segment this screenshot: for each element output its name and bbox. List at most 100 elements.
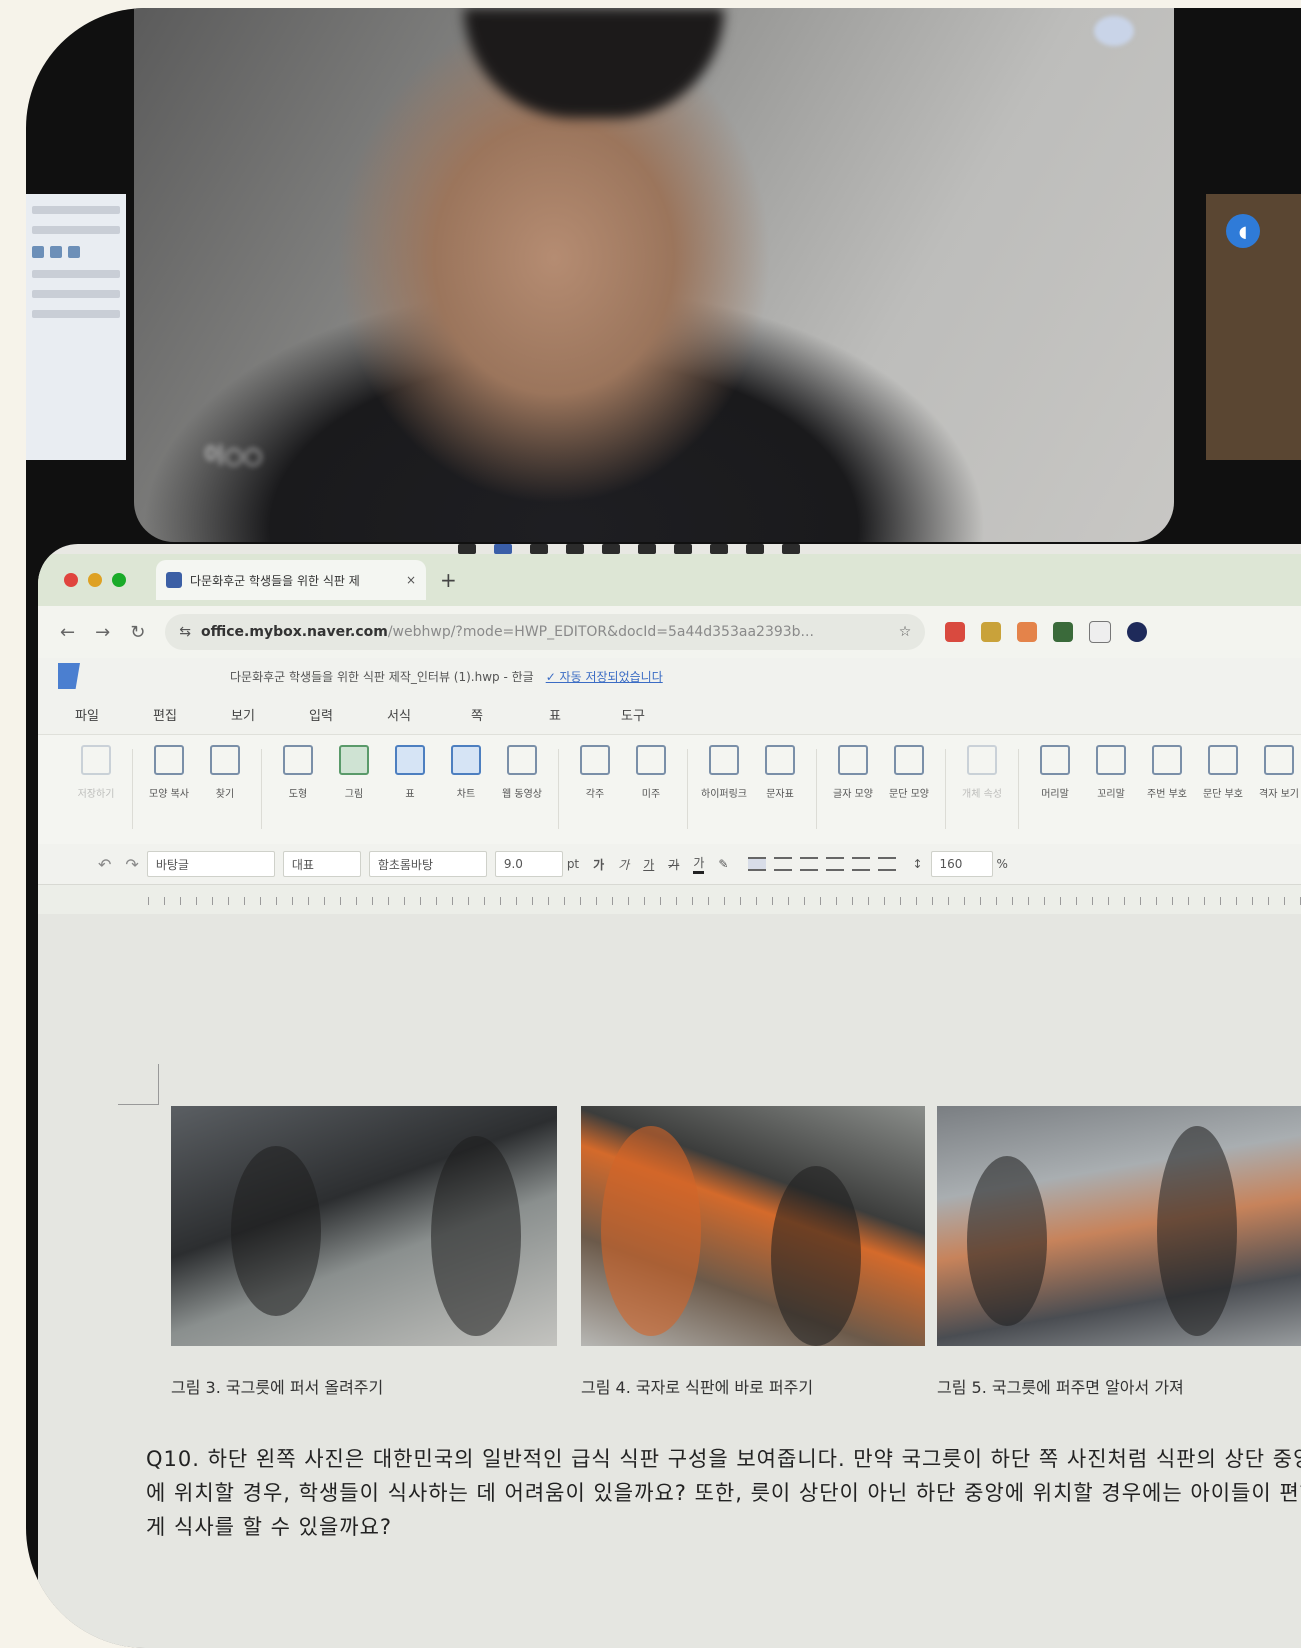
line-spacing-icon[interactable]: ↕ <box>912 857 922 871</box>
status-indicator <box>1094 16 1134 46</box>
ribbon-button[interactable]: 문자표 <box>752 735 808 800</box>
font-size-unit: pt <box>566 857 580 871</box>
window-controls <box>64 573 126 587</box>
profile-avatar[interactable] <box>1127 622 1148 642</box>
tab-close-icon[interactable]: × <box>406 573 416 587</box>
url-field[interactable]: ⇆ office.mybox.naver.com /webhwp/?mode=H… <box>165 614 926 650</box>
font-color-icon[interactable]: 가 <box>693 854 705 874</box>
undo-icon[interactable]: ↶ <box>98 855 111 874</box>
bold-icon[interactable]: 가 <box>593 856 604 873</box>
ribbon-button[interactable]: 꼬리말 <box>1083 735 1139 800</box>
document-page[interactable]: 그림 3. 국그릇에 퍼서 올려주기 그림 4. 국자로 식판에 바로 퍼주기 … <box>38 914 1301 1648</box>
table-icon <box>395 745 425 775</box>
line-spacing-input[interactable]: 160 <box>930 851 993 877</box>
ribbon-button[interactable]: 표 <box>382 735 438 800</box>
menu-item[interactable]: 표 <box>516 705 594 724</box>
ribbon-button[interactable]: 글자 모양 <box>825 735 881 800</box>
browser-tab[interactable]: 다문화후군 학생들을 위한 식판 제 × <box>156 560 426 600</box>
underline-icon[interactable]: 가 <box>643 856 654 873</box>
ribbon-button[interactable]: 머리말 <box>1027 735 1083 800</box>
back-icon[interactable]: ← <box>60 622 75 643</box>
menu-item[interactable]: 도구 <box>594 705 672 724</box>
strikethrough-icon[interactable]: 가 <box>668 856 679 873</box>
ribbon-button[interactable]: 주번 부호 <box>1139 735 1195 800</box>
language-select[interactable]: 대표 <box>282 851 361 877</box>
ribbon-button[interactable]: 도형 <box>270 735 326 800</box>
style-select[interactable]: 바탕글 <box>146 851 275 877</box>
ribbon-separator <box>945 749 946 829</box>
web-video-icon <box>507 745 537 775</box>
align-distribute-icon[interactable] <box>852 857 871 871</box>
ribbon-button-label: 웹 동영상 <box>502 789 542 800</box>
align-justify-icon[interactable] <box>748 857 767 871</box>
ribbon-separator <box>687 749 688 829</box>
align-center-icon[interactable] <box>800 857 819 871</box>
autosave-status: ✓ 자동 저장되었습니다 <box>545 669 663 684</box>
shape-icon <box>283 745 313 775</box>
menu-item[interactable]: 쪽 <box>438 705 516 724</box>
ribbon-button[interactable]: 웹 동영상 <box>494 735 550 800</box>
ribbon-button[interactable]: 모양 복사 <box>141 735 197 800</box>
format-toolbar: ↶ ↷ 바탕글 대표 함초롬바탕 9.0 pt 가 가 가 가 가 ✎ ↕ 16… <box>38 844 1301 884</box>
reload-icon[interactable]: ↻ <box>130 622 145 643</box>
ribbon-button[interactable]: 저장하기 <box>68 735 124 800</box>
hyperlink-icon <box>709 745 739 775</box>
bookmark-star-icon[interactable]: ☆ <box>899 624 912 640</box>
menu-item[interactable]: 입력 <box>282 705 360 724</box>
tab-strip: 다문화후군 학생들을 위한 식판 제 × + <box>38 554 1301 606</box>
redo-icon[interactable]: ↷ <box>125 855 138 874</box>
extension-icon[interactable] <box>945 622 966 642</box>
ribbon-button[interactable]: 문단 부호 <box>1195 735 1251 800</box>
ribbon-button-label: 표 <box>405 789 415 800</box>
extension-icon[interactable] <box>1053 622 1074 642</box>
ribbon-button-label: 찾기 <box>215 789 235 800</box>
participant-thumbnail-right[interactable]: ◖ <box>1206 194 1301 460</box>
menu-item[interactable]: 서식 <box>360 705 438 724</box>
site-settings-icon[interactable]: ⇆ <box>179 624 191 640</box>
line-spacing-unit: % <box>996 857 1008 871</box>
ribbon-button[interactable]: 찾기 <box>197 735 253 800</box>
new-tab-button[interactable]: + <box>440 568 457 592</box>
ribbon-button[interactable]: 격자 보기 <box>1251 735 1301 800</box>
close-window-button[interactable] <box>64 573 78 587</box>
ribbon-separator <box>261 749 262 829</box>
menu-bar: 파일 편집 보기 입력 서식 쪽 표 도구 <box>38 694 1301 734</box>
ribbon-button-label: 문단 모양 <box>889 789 929 800</box>
menu-item[interactable]: 편집 <box>126 705 204 724</box>
menu-item[interactable]: 보기 <box>204 705 282 724</box>
maximize-window-button[interactable] <box>112 573 126 587</box>
ribbon-button-label: 글자 모양 <box>833 789 873 800</box>
ribbon-button[interactable]: 문단 모양 <box>881 735 937 800</box>
numbering-icon <box>1152 745 1182 775</box>
mic-icon: ◖ <box>1226 214 1260 248</box>
minimize-window-button[interactable] <box>88 573 102 587</box>
participant-thumbnail-left[interactable] <box>26 194 126 460</box>
participant-video[interactable]: 이○○ <box>134 8 1174 542</box>
highlight-icon[interactable]: ✎ <box>718 857 728 871</box>
ribbon-button[interactable]: 차트 <box>438 735 494 800</box>
italic-icon[interactable]: 가 <box>618 856 629 873</box>
ribbon-button[interactable]: 각주 <box>567 735 623 800</box>
ribbon-button-label: 개체 속성 <box>962 789 1002 800</box>
font-select[interactable]: 함초롬바탕 <box>368 851 487 877</box>
horizontal-ruler[interactable] <box>38 884 1301 916</box>
ribbon-button[interactable]: 그림 <box>326 735 382 800</box>
font-size-input[interactable]: 9.0 <box>494 851 563 877</box>
menu-item[interactable]: 파일 <box>48 705 126 724</box>
ribbon-button[interactable]: 미주 <box>623 735 679 800</box>
document-filename: 다문화후군 학생들을 위한 식판 제작_인터뷰 (1).hwp - 한글 <box>230 669 534 684</box>
ribbon-button[interactable]: 개체 속성 <box>954 735 1010 800</box>
extension-icon[interactable] <box>1017 622 1038 642</box>
ribbon-button[interactable]: 하이퍼링크 <box>696 735 752 800</box>
forward-icon[interactable]: → <box>95 622 110 643</box>
extensions-puzzle-icon[interactable] <box>1089 621 1112 643</box>
extension-icon[interactable] <box>981 622 1002 642</box>
align-split-icon[interactable] <box>878 857 897 871</box>
align-right-icon[interactable] <box>826 857 845 871</box>
ribbon-button-label: 그림 <box>344 789 364 800</box>
ribbon-button-label: 꼬리말 <box>1097 789 1125 800</box>
chart-icon <box>451 745 481 775</box>
ribbon-separator <box>1018 749 1019 829</box>
align-left-icon[interactable] <box>774 857 793 871</box>
save-icon <box>81 745 111 775</box>
